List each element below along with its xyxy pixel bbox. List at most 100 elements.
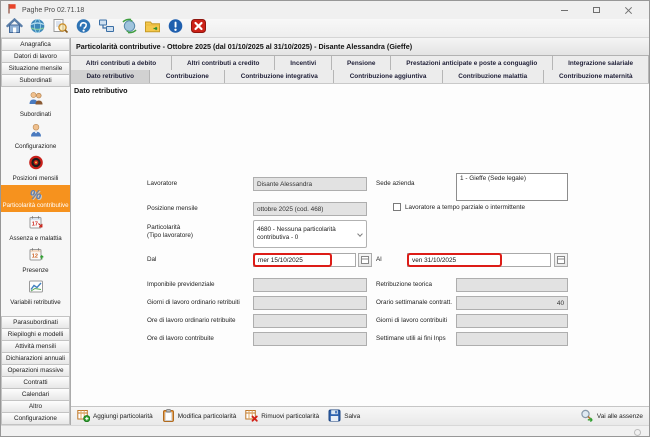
exit-icon [190,18,207,39]
posizione-mensile-label: Posizione mensile [147,205,198,212]
tab-pensione[interactable]: Pensione [332,56,391,70]
al-label: Al [376,256,382,263]
particolarita-select[interactable]: 4680 - Nessuna particolarità contributiv… [253,220,367,248]
chevron-down-icon [357,231,363,237]
giorni-lavoro-contribuiti-label: Giorni di lavoro contribuiti [376,317,447,324]
tab-strip-row1: Altri contributi a debito Altri contribu… [71,56,649,70]
posizione-mensile-field: ottobre 2025 (cod. 468) [253,202,367,216]
sidebar-section-subordinati[interactable]: Subordinati [1,74,70,87]
imponibile-previdenziale-label: Imponibile previdenziale [147,281,215,288]
search-button[interactable] [51,20,70,37]
modifica-particolarita-button[interactable]: Modifica particolarità [162,409,237,424]
tab-contribuzione-integrativa[interactable]: Contribuzione integrativa [225,70,334,83]
calendar-picker-icon [361,251,369,269]
main-panel: Particolarità contributive - Ottobre 202… [71,38,649,425]
retribuzione-teorica-label: Retribuzione teorica [376,281,432,288]
target-icon [28,155,44,175]
ore-lavoro-ordinario-label: Ore di lavoro ordinario retribuite [147,317,236,324]
help-globe-icon [75,18,92,39]
dal-calendar-button[interactable] [358,253,372,267]
tab-prestazioni-anticipate[interactable]: Prestazioni anticipate e poste a conguag… [391,56,553,70]
dal-label: Dal [147,256,156,263]
search-document-icon [52,18,69,39]
globe-button[interactable] [28,20,47,37]
lavoratore-field: Disante Alessandra [253,177,367,191]
help-button[interactable] [74,20,93,37]
toolbar [1,19,649,38]
home-button[interactable] [5,20,24,37]
tab-contribuzione-aggiuntiva[interactable]: Contribuzione aggiuntiva [334,70,443,83]
tab-altri-contributi-a-credito[interactable]: Altri contributi a credito [172,56,275,70]
al-input[interactable]: ven 31/10/2025 [407,253,551,267]
maximize-button[interactable] [589,4,603,16]
minimize-button[interactable] [557,4,571,16]
orario-settimanale-field: 40 [456,296,568,310]
status-circle-icon [634,429,641,436]
folder-button[interactable] [143,20,162,37]
part-time-checkbox[interactable] [393,203,401,211]
sidebar-item-assenza-e-malattia[interactable]: 17 Assenza e malattia [1,213,70,244]
sync-button[interactable] [120,20,139,37]
chart-icon [28,279,44,299]
tab-dato-retributivo[interactable]: Dato retributivo [71,70,150,83]
particolarita-label-line2: (Tipo lavoratore) [147,232,193,239]
lavoratore-label: Lavoratore [147,180,177,187]
flag-icon [7,1,17,19]
sidebar-item-configurazione[interactable]: Configurazione [1,121,70,152]
folder-export-icon [144,18,161,39]
settimane-inps-field [456,332,568,346]
aggiungi-particolarita-button[interactable]: Aggiungi particolarità [77,409,153,424]
save-floppy-icon [328,409,341,424]
sidebar-item-subordinati[interactable]: Subordinati [1,89,70,120]
exit-button[interactable] [189,20,208,37]
svg-text:12: 12 [31,253,37,259]
settimane-inps-label: Settimane utili ai fini Inps [376,335,446,342]
panel-title: Particolarità contributive - Ottobre 202… [71,38,649,56]
tab-altri-contributi-a-debito[interactable]: Altri contributi a debito [71,56,172,70]
salva-button[interactable]: Salva [328,409,360,424]
sidebar-item-variabili-retributive[interactable]: Variabili retributive [1,277,70,308]
add-table-icon [77,409,90,424]
sidebar-item-particolarita-contributive[interactable]: % Particolarità contributive [1,185,70,211]
sidebar-section-configurazione[interactable]: Configurazione [1,412,70,425]
person-icon [28,123,44,143]
calendar-presence-icon: 12 [28,247,44,267]
tab-contribuzione[interactable]: Contribuzione [150,70,225,83]
ore-lavoro-contribuite-label: Ore di lavoro contribuite [147,335,214,342]
percent-icon: % [30,187,42,202]
al-highlight: ven 31/10/2025 [407,253,502,267]
sidebar: Anagrafica Datori di lavoro Situazione m… [1,38,71,425]
vai-alle-assenze-button[interactable]: Vai alle assenze [580,409,643,424]
info-icon [167,18,184,39]
imponibile-previdenziale-field [253,278,367,292]
app-window: Paghe Pro 02.71.18 Anagrafica Datori di … [0,0,650,437]
sidebar-icon-panel: Subordinati Configurazione Posizioni men… [1,87,70,317]
dal-input[interactable]: mer 15/10/2025 [253,253,356,267]
tab-contribuzione-malattia[interactable]: Contribuzione malattia [443,70,544,83]
giorni-lavoro-ordinario-label: Giorni di lavoro ordinario retribuiti [147,299,240,306]
close-button[interactable] [621,4,635,16]
tab-integrazione-salariale[interactable]: Integrazione salariale [553,56,649,70]
sidebar-item-presenze[interactable]: 12 Presenze [1,245,70,276]
ore-lavoro-contribuite-field [253,332,367,346]
titlebar: Paghe Pro 02.71.18 [1,1,649,19]
network-icon [98,18,115,39]
al-calendar-button[interactable] [554,253,568,267]
sync-globe-icon [121,18,138,39]
people-icon [28,91,44,111]
sidebar-item-posizioni-mensili[interactable]: Posizioni mensili [1,153,70,184]
action-bar: Aggiungi particolarità Modifica particol… [71,406,649,425]
giorni-lavoro-contribuiti-field [456,314,568,328]
go-absences-icon [580,409,594,424]
ore-lavoro-ordinario-field [253,314,367,328]
tab-incentivi[interactable]: Incentivi [275,56,332,70]
part-time-label: Lavoratore a tempo parziale o intermitte… [405,204,525,211]
tab-contribuzione-maternita[interactable]: Contribuzione maternità [544,70,649,83]
sede-azienda-box[interactable]: 1 - Gieffe (Sede legale) [456,173,568,201]
info-button[interactable] [166,20,185,37]
sede-azienda-label: Sede azienda [376,180,415,187]
rimuovi-particolarita-button[interactable]: Rimuovi particolarità [245,409,319,424]
statusbar [1,425,649,437]
tab-strip-row2: Dato retributivo Contribuzione Contribuz… [71,70,649,84]
network-button[interactable] [97,20,116,37]
